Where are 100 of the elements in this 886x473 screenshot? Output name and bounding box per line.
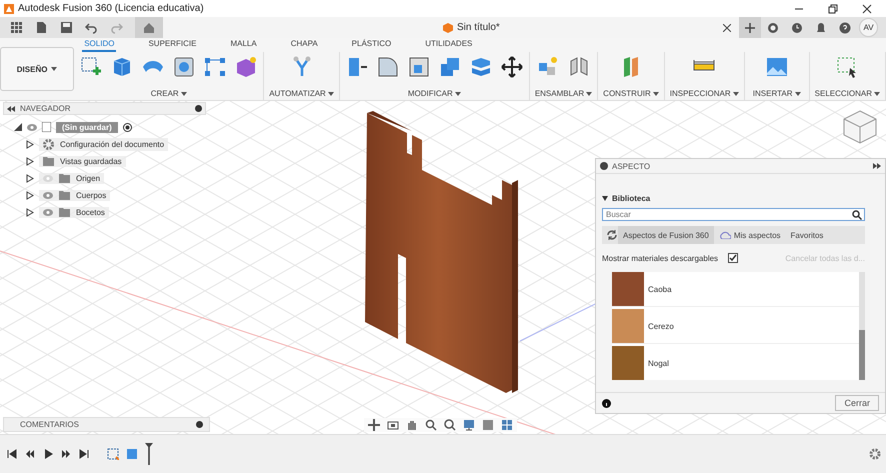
- material-item[interactable]: Nogal: [612, 346, 859, 380]
- move-icon[interactable]: [500, 55, 524, 79]
- group-menu-button[interactable]: INSERTAR: [752, 89, 800, 98]
- clock-icon[interactable]: [791, 22, 803, 34]
- eye-icon[interactable]: [27, 124, 37, 130]
- display-icon[interactable]: [463, 419, 475, 431]
- close-button[interactable]: Cerrar: [835, 395, 879, 411]
- expand-panel-icon[interactable]: [873, 163, 881, 169]
- new-tab-button[interactable]: [739, 17, 761, 38]
- image-icon[interactable]: [764, 55, 789, 79]
- next-icon[interactable]: [61, 449, 71, 459]
- appearance-icon: [600, 162, 608, 170]
- collapse-icon[interactable]: [7, 106, 15, 112]
- group-menu-button[interactable]: INSPECCIONAR: [670, 89, 739, 98]
- tree-item[interactable]: Bocetos: [39, 206, 109, 218]
- eye-icon[interactable]: [43, 208, 53, 216]
- ribbon-tab[interactable]: UTILIDADES: [423, 39, 474, 52]
- workspace-button[interactable]: DISEÑO: [0, 47, 74, 91]
- caret-icon[interactable]: [794, 92, 800, 96]
- eye-icon[interactable]: [43, 192, 53, 198]
- pan-icon[interactable]: [406, 419, 418, 431]
- bell-icon[interactable]: [815, 22, 827, 34]
- caret-icon[interactable]: [328, 92, 334, 96]
- sphere-icon[interactable]: [234, 55, 258, 79]
- file-icon[interactable]: [35, 21, 48, 34]
- play-icon[interactable]: [43, 449, 53, 459]
- scrollbar-thumb[interactable]: [859, 330, 865, 380]
- pin-icon[interactable]: [196, 421, 203, 428]
- library-tab[interactable]: Favoritos: [786, 226, 828, 244]
- grid-menu-icon[interactable]: [10, 21, 23, 34]
- last-frame-icon[interactable]: [79, 449, 89, 459]
- material-item[interactable]: Cerezo: [612, 309, 859, 344]
- caret-icon[interactable]: [180, 92, 187, 96]
- cloud-icon: [718, 231, 731, 239]
- library-tab[interactable]: Aspectos de Fusion 360: [618, 226, 714, 244]
- ribbon-tab[interactable]: PLÁSTICO: [350, 39, 394, 52]
- caret-icon[interactable]: [51, 67, 58, 71]
- previous-icon[interactable]: [25, 449, 35, 459]
- save-icon[interactable]: [60, 21, 73, 34]
- tree-item[interactable]: Configuración del documento: [39, 138, 168, 150]
- undo-icon[interactable]: [85, 21, 98, 34]
- restore-icon[interactable]: [828, 4, 838, 14]
- first-frame-icon[interactable]: [7, 449, 17, 459]
- material-item[interactable]: Caoba: [612, 272, 859, 307]
- folder-icon: [43, 156, 54, 166]
- plus-icon: [745, 22, 755, 32]
- group-menu-button[interactable]: MODIFICAR: [408, 89, 461, 98]
- group-menu-button[interactable]: AUTOMATIZAR: [269, 89, 334, 98]
- user-avatar[interactable]: AV: [859, 18, 878, 37]
- caret-icon[interactable]: [732, 92, 739, 96]
- tree-item[interactable]: Vistas guardadas: [39, 156, 126, 166]
- close-icon[interactable]: [723, 24, 731, 32]
- folder-icon: [59, 190, 70, 200]
- caret-icon[interactable]: [652, 92, 659, 96]
- group-menu-button[interactable]: CREAR: [150, 89, 187, 98]
- visual-style-icon[interactable]: [482, 419, 494, 431]
- cube-icon: [443, 22, 453, 32]
- close-icon[interactable]: [862, 4, 872, 14]
- checked-checkbox[interactable]: [728, 253, 738, 263]
- group-menu-button[interactable]: ENSAMBLAR: [534, 89, 592, 98]
- home-button[interactable]: [135, 17, 163, 38]
- chamfer-icon[interactable]: [406, 55, 431, 79]
- look-at-icon[interactable]: [387, 419, 399, 431]
- expanded-icon[interactable]: [14, 123, 22, 131]
- ribbon-tab[interactable]: SUPERFICIE: [146, 39, 198, 52]
- ribbon-tab[interactable]: CHAPA: [288, 39, 320, 52]
- radio-icon[interactable]: [122, 122, 132, 132]
- orbit-icon[interactable]: [368, 419, 380, 431]
- ribbon-tab[interactable]: SOLIDO: [82, 39, 116, 52]
- timeline-sketch-icon[interactable]: [107, 448, 119, 460]
- app-logo-icon: [4, 4, 14, 14]
- timeline-marker-icon[interactable]: [145, 443, 153, 465]
- grid-icon[interactable]: [501, 419, 513, 431]
- pattern-icon[interactable]: [203, 55, 228, 79]
- caret-icon[interactable]: [586, 92, 592, 96]
- settings-icon[interactable]: [869, 448, 881, 460]
- caret-icon[interactable]: [874, 92, 880, 96]
- section-header[interactable]: Biblioteca: [602, 194, 865, 203]
- fillet-icon[interactable]: [376, 55, 400, 79]
- pin-icon[interactable]: [195, 105, 202, 112]
- tree-item[interactable]: Origen: [39, 172, 104, 184]
- window-title: Autodesk Fusion 360 (Licencia educativa): [18, 3, 204, 14]
- help-icon[interactable]: [839, 22, 851, 34]
- info-icon[interactable]: [602, 398, 611, 408]
- search-icon[interactable]: [852, 210, 862, 220]
- ribbon-tab[interactable]: MALLA: [228, 39, 259, 52]
- group-menu-button[interactable]: CONSTRUIR: [603, 89, 659, 98]
- document-tab[interactable]: Sin título*: [163, 17, 739, 38]
- zoom-window-icon[interactable]: [444, 419, 456, 431]
- search-field[interactable]: Buscar: [602, 208, 865, 221]
- zoom-icon[interactable]: [425, 419, 437, 431]
- group-menu-button[interactable]: SELECCIONAR: [814, 89, 880, 98]
- panel-title: COMENTARIOS: [20, 420, 79, 429]
- caret-icon[interactable]: [454, 92, 461, 96]
- library-tab[interactable]: Mis aspectos: [714, 226, 786, 244]
- refresh-icon[interactable]: [767, 22, 779, 34]
- tree-item[interactable]: Cuerpos: [39, 190, 110, 200]
- sync-icon[interactable]: [606, 229, 618, 241]
- hole-icon[interactable]: [172, 55, 196, 79]
- home-icon: [143, 22, 155, 34]
